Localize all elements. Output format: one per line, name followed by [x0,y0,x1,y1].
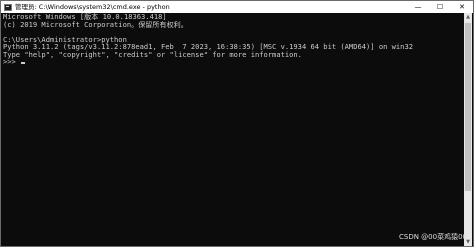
minimize-button[interactable]: — [407,1,429,13]
console-line: (c) 2019 Microsoft Corporation。保留所有权利。 [3,19,188,29]
watermark: CSDN @00菜鸡猿00 [399,233,467,241]
window-controls: — ☐ ✕ [407,1,473,13]
scroll-up-arrow-icon[interactable]: ▲ [464,13,472,21]
cmd-icon[interactable] [4,3,12,11]
title-bar[interactable]: 管理员: C:\Windows\system32\cmd.exe - pytho… [1,1,473,13]
scroll-thumb[interactable] [465,23,471,191]
maximize-button[interactable]: ☐ [429,1,451,13]
cmd-window: 管理员: C:\Windows\system32\cmd.exe - pytho… [0,0,474,247]
window-title: 管理员: C:\Windows\system32\cmd.exe - pytho… [15,3,170,11]
prompt-line[interactable]: >>> [3,58,464,66]
console-line: Type "help", "copyright", "credits" or "… [3,49,302,59]
vertical-scrollbar[interactable]: ▲ ▼ [464,13,472,246]
console-output[interactable]: Microsoft Windows [版本 10.0.18363.418] (c… [3,13,464,246]
close-button[interactable]: ✕ [451,1,473,13]
python-prompt: >>> [3,57,21,66]
text-cursor [21,62,26,64]
